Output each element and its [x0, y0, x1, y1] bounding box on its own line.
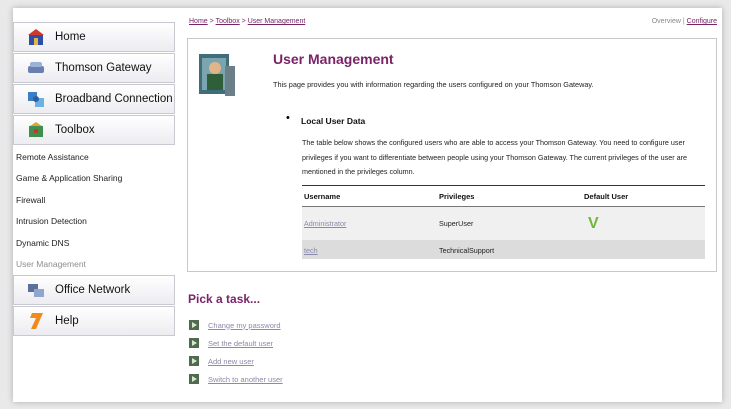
header-username: Username	[304, 191, 341, 201]
breadcrumb-toolbox[interactable]: Toolbox	[216, 18, 240, 25]
nav-home[interactable]: Home	[13, 22, 175, 52]
sidebar-item-firewall[interactable]: Firewall	[13, 189, 175, 211]
task-arrow-icon	[189, 320, 199, 330]
browser-page: Home Thomson Gateway Broadband Connectio…	[13, 8, 722, 402]
sidebar-item-intrusion-detection[interactable]: Intrusion Detection	[13, 211, 175, 233]
task-add-new-user[interactable]: Add new user	[189, 356, 254, 366]
view-links: Overview | Configure	[652, 18, 717, 25]
broadband-icon	[27, 90, 45, 108]
configure-link[interactable]: Configure	[687, 18, 717, 25]
user-management-icon	[199, 50, 237, 98]
table-row: Administrator SuperUser V	[302, 207, 705, 241]
nav-broadband-connection[interactable]: Broadband Connection	[13, 84, 175, 114]
sidebar-item-dynamic-dns[interactable]: Dynamic DNS	[13, 232, 175, 254]
sidebar-item-game-application-sharing[interactable]: Game & Application Sharing	[13, 168, 175, 190]
overview-link[interactable]: Overview	[652, 18, 681, 25]
nav-thomson-gateway[interactable]: Thomson Gateway	[13, 53, 175, 83]
username-link[interactable]: tech	[304, 246, 318, 255]
users-table: Username Privileges Default User Adminis…	[302, 185, 705, 259]
task-arrow-icon	[189, 356, 199, 366]
task-arrow-icon	[189, 374, 199, 384]
task-switch-user[interactable]: Switch to another user	[189, 374, 283, 384]
privileges-cell: SuperUser	[439, 219, 474, 228]
username-link[interactable]: Administrator	[304, 219, 346, 228]
toolbox-icon	[27, 121, 45, 139]
header-default-user: Default User	[584, 191, 629, 201]
section-description: The table below shows the configured use…	[302, 138, 688, 176]
task-arrow-icon	[189, 338, 199, 348]
content-panel: User Management This page provides you w…	[187, 38, 717, 272]
help-icon	[27, 312, 45, 330]
section-title: Local User Data	[301, 116, 366, 126]
network-icon	[27, 281, 45, 299]
view-links-divider: |	[682, 18, 685, 25]
bullet-icon: •	[286, 112, 290, 124]
header-privileges: Privileges	[439, 191, 475, 201]
task-change-password[interactable]: Change my password	[189, 320, 281, 330]
task-title: Pick a task...	[188, 292, 261, 306]
page-intro: This page provides you with information …	[273, 80, 594, 89]
breadcrumb-home[interactable]: Home	[189, 18, 208, 25]
breadcrumb-user-management[interactable]: User Management	[248, 18, 306, 25]
nav-office-network[interactable]: Office Network	[13, 275, 175, 305]
breadcrumb: Home > Toolbox > User Management	[189, 18, 306, 25]
home-icon	[27, 28, 45, 46]
nav-toolbox[interactable]: Toolbox	[13, 115, 175, 145]
sidebar-item-remote-assistance[interactable]: Remote Assistance	[13, 146, 175, 168]
task-set-default-user[interactable]: Set the default user	[189, 338, 273, 348]
nav-help[interactable]: Help	[13, 306, 175, 336]
sidebar: Home Thomson Gateway Broadband Connectio…	[13, 22, 175, 337]
sidebar-item-user-management[interactable]: User Management	[13, 254, 175, 276]
gateway-icon	[27, 59, 45, 77]
table-header: Username Privileges Default User	[302, 185, 705, 207]
privileges-cell: TechnicalSupport	[439, 245, 495, 255]
page-title: User Management	[273, 51, 394, 67]
table-row: tech TechnicalSupport	[302, 241, 705, 259]
check-icon: V	[588, 214, 599, 232]
